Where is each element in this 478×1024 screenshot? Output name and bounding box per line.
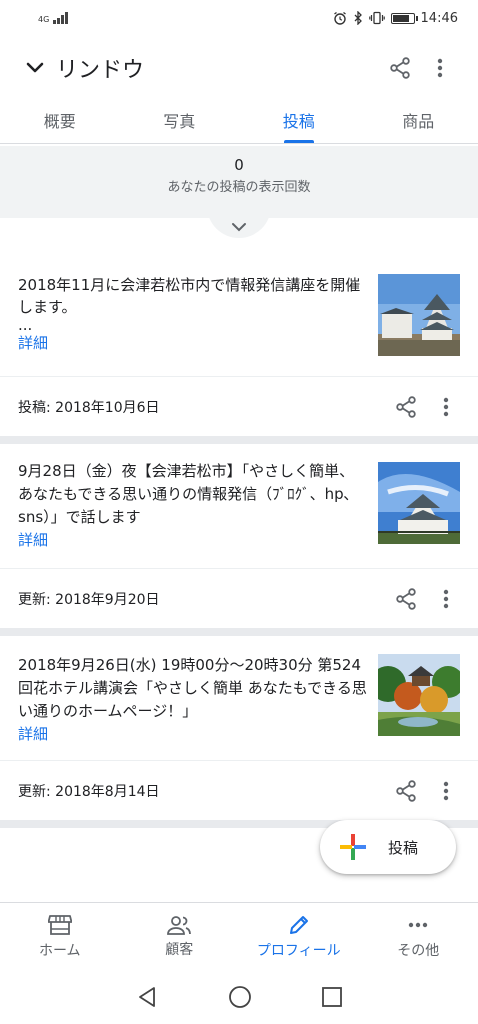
share-icon: [396, 395, 416, 418]
more-vertical-icon: [443, 397, 449, 416]
share-icon: [390, 57, 410, 79]
post-text: 2018年9月26日(水) 19時00分～20時30分 第524回花ホテル講演会…: [18, 656, 367, 720]
post-more-button[interactable]: [426, 387, 466, 427]
post-date: 更新: 2018年9月20日: [18, 591, 160, 608]
post-footer: 更新: 2018年9月20日: [0, 568, 478, 628]
post-date: 投稿: 2018年10月6日: [18, 399, 160, 416]
post-thumbnail[interactable]: [378, 654, 460, 736]
post-detail-link[interactable]: 詳細: [18, 723, 368, 745]
more-horizontal-icon: [409, 922, 428, 927]
chevron-down-icon: [232, 223, 246, 232]
edit-icon: [289, 915, 308, 934]
views-label: あなたの投稿の表示回数: [167, 180, 311, 195]
system-navigation-bar: [0, 970, 478, 1024]
post-text: 9月28日（金）夜【会津若松市】「やさしく簡単、あなたもできる思い通りの情報発信…: [18, 462, 355, 526]
post-share-button[interactable]: [386, 387, 426, 427]
nav-more[interactable]: その他: [359, 903, 478, 970]
create-post-button[interactable]: 投稿: [320, 820, 456, 874]
views-count: 0: [234, 156, 244, 174]
store-icon: [47, 914, 72, 935]
post-ellipsis: ...: [18, 316, 33, 334]
alarm-icon: [333, 11, 346, 25]
more-vertical-icon: [437, 58, 443, 78]
back-icon[interactable]: [136, 986, 158, 1008]
signal-indicator: 4G: [38, 12, 69, 24]
tab-products[interactable]: 商品: [359, 96, 478, 143]
nav-home-label: ホーム: [38, 942, 81, 959]
app-bar: リンドウ: [0, 40, 478, 96]
post-card[interactable]: 9月28日（金）夜【会津若松市】「やさしく簡単、あなたもできる思い通りの情報発信…: [0, 444, 478, 628]
tab-posts[interactable]: 投稿: [239, 96, 359, 143]
chevron-down-icon[interactable]: [24, 57, 46, 79]
post-detail-link[interactable]: 詳細: [18, 332, 368, 354]
post-thumbnail[interactable]: [378, 274, 460, 356]
share-button[interactable]: [380, 48, 420, 88]
expand-stats-button[interactable]: [207, 200, 271, 238]
share-icon: [396, 587, 416, 610]
more-menu-button[interactable]: [420, 48, 460, 88]
plus-icon: [340, 834, 366, 860]
nav-home[interactable]: ホーム: [0, 903, 120, 970]
tab-photos[interactable]: 写真: [120, 96, 240, 143]
recents-icon[interactable]: [322, 987, 342, 1007]
post-thumbnail[interactable]: [378, 462, 460, 544]
battery-icon: [390, 12, 418, 24]
tab-bar: 概要 写真 投稿 商品: [0, 96, 478, 144]
nav-customers[interactable]: 顧客: [120, 903, 240, 970]
post-card[interactable]: 2018年9月26日(水) 19時00分～20時30分 第524回花ホテル講演会…: [0, 636, 478, 820]
post-more-button[interactable]: [426, 579, 466, 619]
signal-icon: [53, 12, 69, 24]
post-text: 2018年11月に会津若松市内で情報発信講座を開催します。: [18, 276, 361, 316]
nav-customers-label: 顧客: [165, 941, 194, 958]
nav-profile[interactable]: プロフィール: [239, 903, 359, 970]
status-bar: 4G 14:46: [0, 0, 478, 36]
create-post-label: 投稿: [388, 838, 419, 857]
tab-overview[interactable]: 概要: [0, 96, 120, 143]
more-vertical-icon: [443, 589, 449, 608]
more-vertical-icon: [443, 781, 449, 800]
nav-more-label: その他: [397, 942, 440, 959]
post-card[interactable]: 2018年11月に会津若松市内で情報発信講座を開催します。 ... 詳細 投稿:…: [0, 240, 478, 436]
business-title[interactable]: リンドウ: [56, 52, 380, 84]
nav-profile-label: プロフィール: [256, 942, 341, 959]
network-type: 4G: [38, 15, 50, 24]
vibrate-icon: [368, 11, 385, 25]
people-icon: [167, 915, 192, 935]
post-detail-link[interactable]: 詳細: [18, 529, 368, 551]
post-share-button[interactable]: [386, 771, 426, 811]
share-icon: [396, 779, 416, 802]
post-divider: [0, 628, 478, 636]
post-divider: [0, 436, 478, 444]
post-more-button[interactable]: [426, 771, 466, 811]
post-footer: 更新: 2018年8月14日: [0, 760, 478, 820]
post-share-button[interactable]: [386, 579, 426, 619]
bluetooth-icon: [354, 11, 362, 25]
bottom-navigation: ホーム 顧客 プロフィール その他: [0, 902, 478, 970]
home-icon[interactable]: [228, 985, 252, 1009]
clock: 14:46: [420, 10, 458, 26]
post-footer: 投稿: 2018年10月6日: [0, 376, 478, 436]
post-date: 更新: 2018年8月14日: [18, 783, 160, 800]
